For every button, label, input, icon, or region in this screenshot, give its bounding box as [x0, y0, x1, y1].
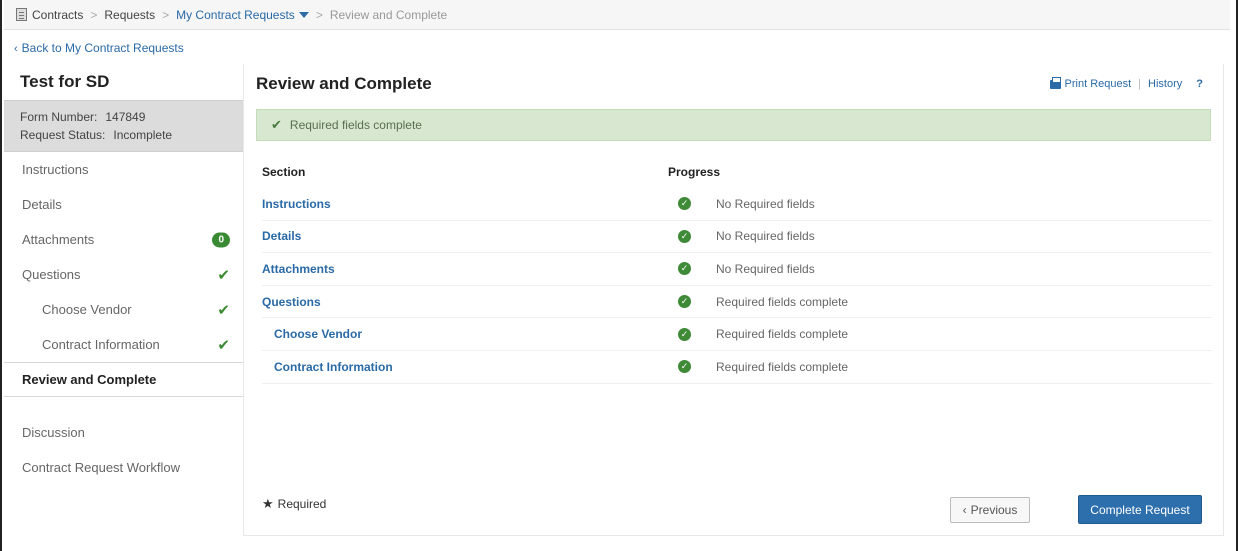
sidebar-item-attachments[interactable]: Attachments 0: [4, 222, 244, 257]
table-row: Details ✓ No Required fields: [262, 221, 1212, 254]
breadcrumb: Contracts > Requests > My Contract Reque…: [4, 0, 1230, 30]
required-legend: ★ Required: [262, 496, 326, 512]
status-alert: ✔ Required fields complete: [256, 109, 1211, 141]
page-title: Review and Complete: [256, 74, 432, 93]
section-link-attachments[interactable]: Attachments: [262, 262, 672, 276]
back-link-label: Back to My Contract Requests: [21, 41, 184, 55]
table-row: Contract Information ✓ Required fields c…: [262, 351, 1212, 384]
help-link[interactable]: ?: [1196, 78, 1203, 90]
section-status: Required fields complete: [716, 327, 849, 342]
request-status-value: Incomplete: [113, 128, 173, 142]
table-row: Attachments ✓ No Required fields: [262, 253, 1212, 286]
section-status: Required fields complete: [716, 359, 849, 374]
check-circle-icon: ✓: [678, 295, 691, 309]
checkmark-icon: ✔: [217, 336, 230, 354]
request-status-line: Request Status: Incomplete: [20, 126, 228, 144]
back-link[interactable]: ‹ Back to My Contract Requests: [14, 41, 184, 55]
breadcrumb-separator-icon: >: [162, 7, 170, 22]
check-circle-icon: ✓: [678, 327, 691, 341]
chevron-left-icon: ‹: [14, 43, 18, 55]
request-meta: Form Number: 147849 Request Status: Incomp…: [4, 100, 244, 152]
history-link[interactable]: History: [1148, 78, 1182, 90]
table-row: Choose Vendor ✓ Required fields complete: [262, 318, 1212, 351]
main-panel: Review and Complete Print Request | Hist…: [243, 64, 1224, 536]
section-link-contract-information[interactable]: Contract Information: [262, 360, 672, 374]
sidebar-item-discussion[interactable]: Discussion: [4, 415, 244, 450]
contracts-document-icon: [16, 8, 27, 21]
sidebar: Test for SD Form Number: 147849 Request S…: [4, 64, 244, 551]
section-status: Required fields complete: [716, 294, 849, 309]
breadcrumb-contracts[interactable]: Contracts: [32, 8, 83, 22]
complete-request-button[interactable]: Complete Request: [1078, 495, 1202, 524]
star-icon: ★: [262, 496, 274, 511]
sidebar-item-details[interactable]: Details: [4, 187, 244, 222]
sidebar-item-questions[interactable]: Questions ✔: [4, 257, 244, 292]
sidebar-item-contract-information[interactable]: Contract Information ✔: [4, 327, 244, 362]
request-title: Test for SD: [20, 72, 110, 91]
printer-icon[interactable]: [1049, 76, 1061, 89]
form-number-line: Form Number: 147849: [20, 108, 228, 126]
page-toolbar: Print Request | History ?: [1049, 76, 1203, 90]
previous-button-label: Previous: [970, 503, 1018, 517]
breadcrumb-requests[interactable]: Requests: [104, 8, 155, 22]
sidebar-item-label: Review and Complete: [22, 372, 157, 387]
attachments-count-badge: 0: [212, 232, 230, 247]
breadcrumb-my-contract-requests[interactable]: My Contract Requests: [176, 8, 295, 22]
previous-button[interactable]: ‹ Previous: [950, 497, 1030, 523]
sidebar-item-label: Discussion: [22, 425, 85, 440]
section-status: No Required fields: [716, 261, 815, 276]
section-link-details[interactable]: Details: [262, 229, 672, 243]
status-alert-text: Required fields complete: [289, 118, 422, 132]
table-row: Questions ✓ Required fields complete: [262, 286, 1212, 319]
chevron-down-icon[interactable]: [298, 11, 309, 18]
section-link-choose-vendor[interactable]: Choose Vendor: [262, 327, 672, 341]
checkmark-icon: ✔: [271, 117, 282, 132]
check-circle-icon: ✓: [678, 229, 691, 243]
required-legend-text: Required: [277, 497, 327, 511]
section-status: No Required fields: [716, 229, 815, 244]
section-link-instructions[interactable]: Instructions: [262, 197, 672, 211]
sidebar-item-label: Instructions: [22, 162, 89, 177]
sidebar-item-label: Contract Information: [42, 337, 160, 352]
sidebar-item-label: Choose Vendor: [42, 302, 132, 317]
check-circle-icon: ✓: [678, 262, 691, 276]
table-row: Instructions ✓ No Required fields: [262, 188, 1212, 221]
toolbar-separator: |: [1138, 78, 1142, 90]
sidebar-nav: Instructions Details Attachments 0 Quest…: [4, 152, 244, 485]
column-header-section: Section: [262, 165, 306, 179]
sidebar-item-label: Questions: [22, 267, 81, 282]
breadcrumb-separator-icon: >: [315, 7, 323, 22]
check-circle-icon: ✓: [678, 360, 691, 374]
window-edge-left: [0, 0, 2, 551]
section-link-questions[interactable]: Questions: [262, 295, 672, 309]
breadcrumb-current-page: Review and Complete: [329, 7, 448, 22]
sidebar-item-label: Contract Request Workflow: [22, 460, 180, 475]
sidebar-item-instructions[interactable]: Instructions: [4, 152, 244, 187]
breadcrumb-separator-icon: >: [90, 7, 98, 22]
chevron-left-icon: ‹: [962, 503, 967, 517]
checkmark-icon: ✔: [217, 301, 230, 319]
sidebar-item-choose-vendor[interactable]: Choose Vendor ✔: [4, 292, 244, 327]
section-status: No Required fields: [716, 196, 815, 211]
progress-table: Instructions ✓ No Required fields Detail…: [262, 188, 1212, 384]
sidebar-item-contract-request-workflow[interactable]: Contract Request Workflow: [4, 450, 244, 485]
sidebar-spacer: [4, 397, 244, 415]
request-status-label: Request Status:: [20, 128, 106, 142]
checkmark-icon: ✔: [217, 266, 230, 284]
check-circle-icon: ✓: [678, 197, 691, 211]
print-request-link[interactable]: Print Request: [1065, 78, 1132, 90]
column-header-progress: Progress: [668, 165, 721, 179]
sidebar-item-label: Attachments: [22, 232, 95, 247]
sidebar-item-label: Details: [22, 197, 62, 212]
sidebar-item-review-and-complete[interactable]: Review and Complete: [4, 362, 244, 397]
form-number-value: 147849: [105, 110, 146, 124]
form-number-label: Form Number:: [20, 110, 98, 124]
